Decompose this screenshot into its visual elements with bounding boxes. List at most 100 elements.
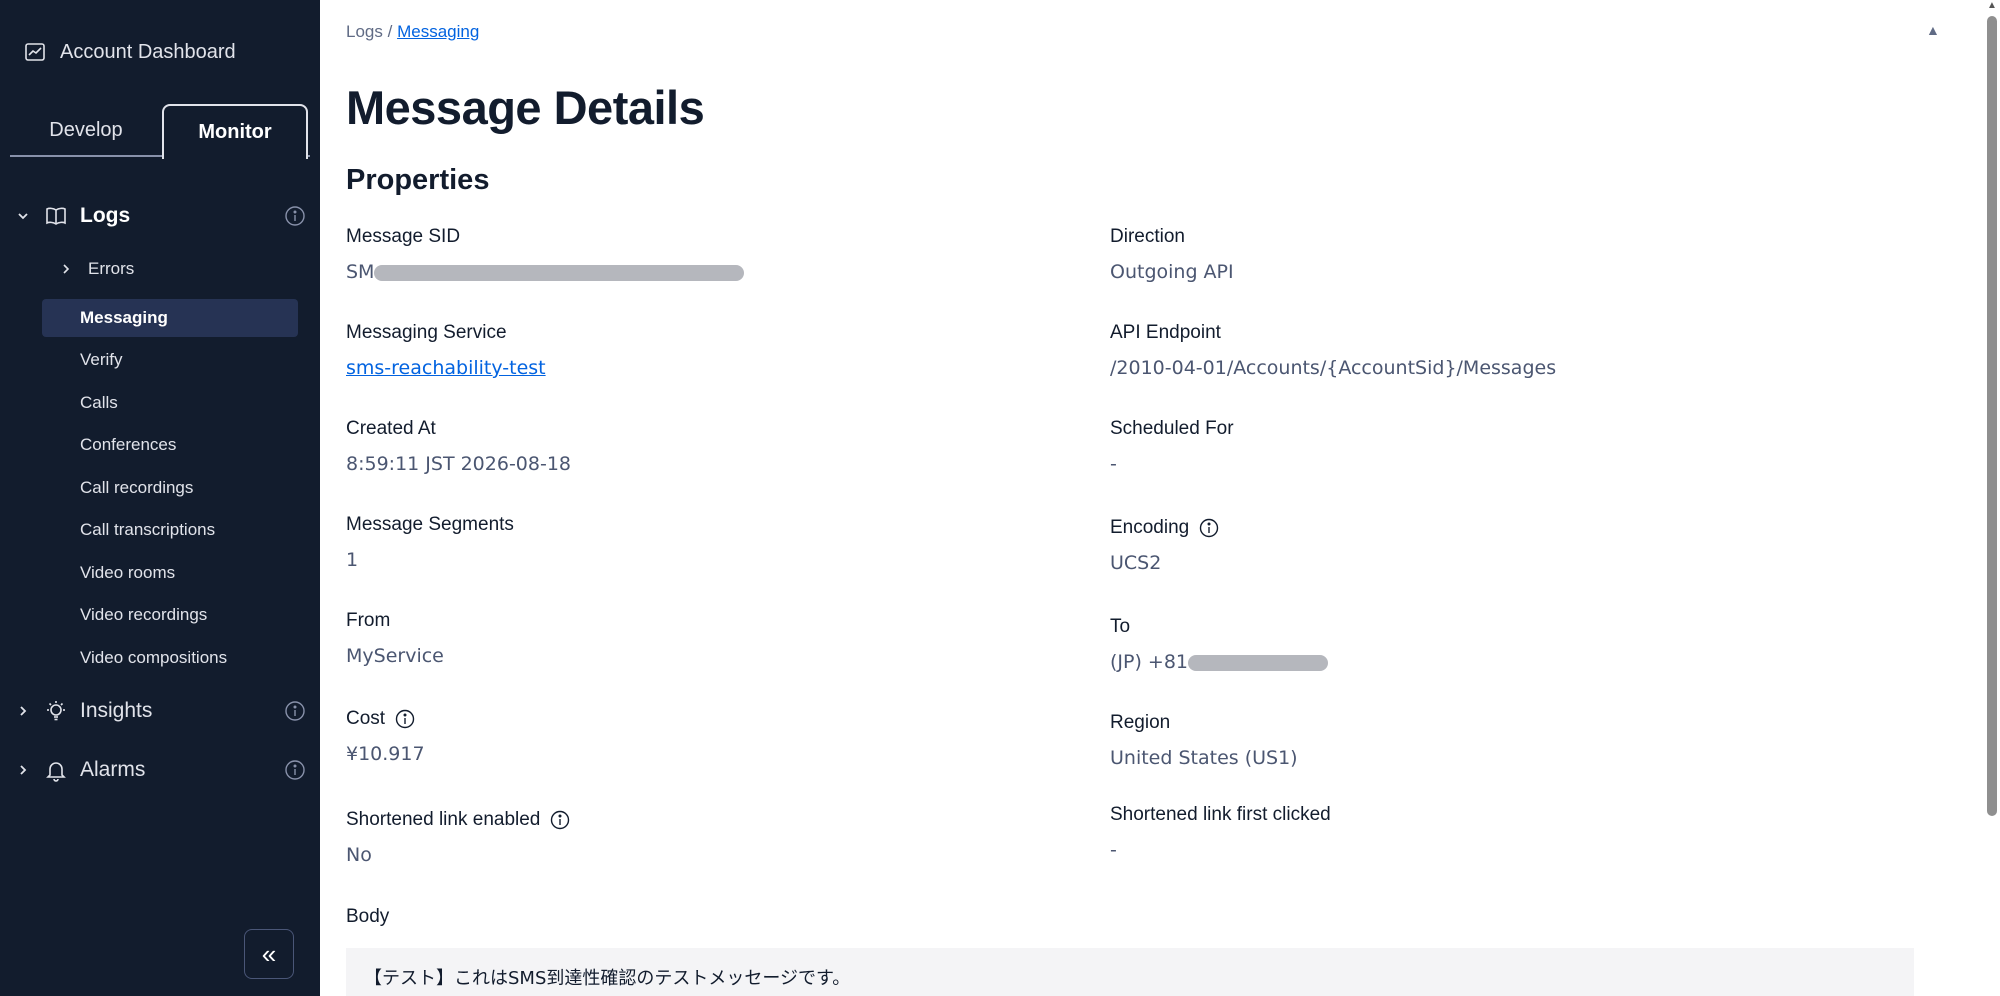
chevron-right-icon — [20, 706, 27, 716]
prop-message-sid: Message SID SM — [346, 226, 745, 283]
prop-label: Shortened link first clicked — [1110, 804, 1331, 825]
chevron-right-icon — [63, 264, 70, 274]
prop-label: API Endpoint — [1110, 322, 1221, 343]
breadcrumb: Logs / Messaging — [346, 22, 479, 42]
nav-group-insights-label: Insights — [80, 699, 153, 722]
breadcrumb-separator: / — [387, 22, 393, 41]
nav-item-video-rooms[interactable]: Video rooms — [42, 554, 298, 592]
page-title: Message Details — [346, 81, 705, 134]
sidebar-tabs: Develop Monitor — [10, 104, 310, 159]
prop-value: - — [1110, 453, 1117, 475]
nav-group-logs-label: Logs — [80, 204, 131, 227]
prop-value: sms-reachability-test — [346, 357, 546, 379]
prop-message-segments: Message Segments 1 — [346, 514, 514, 571]
prop-label: Message Segments — [346, 514, 514, 535]
nav-item-errors-label: Errors — [88, 259, 135, 278]
info-icon[interactable] — [550, 810, 570, 830]
info-icon[interactable] — [1199, 518, 1219, 538]
nav-item-conferences[interactable]: Conferences — [42, 426, 298, 464]
breadcrumb-logs[interactable]: Logs — [346, 22, 383, 41]
prop-value: (JP) +81 — [1110, 651, 1329, 673]
nav-item-call-transcriptions[interactable]: Call transcriptions — [42, 511, 298, 549]
prop-cost: Cost ¥10.917 — [346, 708, 425, 765]
nav-item-video-recordings[interactable]: Video recordings — [42, 596, 298, 634]
redacted-mask — [1188, 654, 1329, 671]
to-prefix: (JP) +81 — [1110, 651, 1189, 673]
prop-label: Cost — [346, 708, 425, 730]
info-icon[interactable] — [395, 709, 415, 729]
dashboard-icon — [25, 43, 45, 61]
prop-encoding: Encoding UCS2 — [1110, 517, 1219, 574]
collapse-sidebar-button[interactable]: « — [244, 929, 294, 979]
prop-label: Shortened link enabled — [346, 809, 570, 831]
nav-item-call-recordings[interactable]: Call recordings — [42, 469, 298, 507]
prop-value: ¥10.917 — [346, 743, 425, 765]
encoding-label: Encoding — [1110, 517, 1190, 538]
prop-label: To — [1110, 616, 1131, 637]
prop-messaging-service: Messaging Service sms-reachability-test — [346, 322, 546, 379]
prop-value: Outgoing API — [1110, 261, 1234, 283]
nav-item-calls[interactable]: Calls — [42, 384, 298, 422]
prop-value: UCS2 — [1110, 552, 1162, 574]
cost-label: Cost — [346, 708, 386, 729]
prop-from: From MyService — [346, 610, 444, 667]
message-sid-prefix: SM — [346, 261, 375, 283]
prop-label: From — [346, 610, 391, 631]
nav-group-alarms-label: Alarms — [80, 758, 146, 781]
nav-group-logs[interactable]: Logs — [0, 196, 320, 236]
main-content: Logs / Messaging Message Details Propert… — [320, 0, 2000, 996]
prop-shortened-link-first-clicked: Shortened link first clicked - — [1110, 804, 1331, 861]
bell-icon — [46, 762, 66, 782]
message-body: 【テスト】これはSMS到達性確認のテストメッセージです。 — [346, 948, 1914, 996]
prop-value: - — [1110, 839, 1117, 861]
book-icon — [46, 207, 66, 225]
prop-direction: Direction Outgoing API — [1110, 226, 1234, 283]
prop-to: To (JP) +81 — [1110, 616, 1329, 673]
prop-label: Created At — [346, 418, 436, 439]
nav-item-messaging[interactable]: Messaging — [42, 299, 298, 337]
messaging-service-link[interactable]: sms-reachability-test — [346, 357, 546, 379]
prop-label: Messaging Service — [346, 322, 507, 343]
account-dashboard-link[interactable]: Account Dashboard — [24, 38, 236, 66]
nav-item-video-compositions[interactable]: Video compositions — [42, 639, 298, 677]
info-icon[interactable] — [284, 700, 306, 722]
prop-shortened-link-enabled: Shortened link enabled No — [346, 809, 570, 866]
prop-value: 8:59:11 JST 2026-08-18 — [346, 453, 572, 475]
prop-created-at: Created At 8:59:11 JST 2026-08-18 — [346, 418, 571, 475]
scroll-top-icon[interactable]: ▲ — [1926, 22, 1940, 38]
prop-value: SM — [346, 261, 745, 283]
account-dashboard-label: Account Dashboard — [60, 40, 236, 63]
prop-label: Direction — [1110, 226, 1185, 247]
info-icon[interactable] — [284, 759, 306, 781]
tab-monitor[interactable]: Monitor — [162, 104, 308, 159]
tab-develop[interactable]: Develop — [10, 104, 162, 157]
chevron-down-icon — [18, 213, 28, 220]
prop-label: Scheduled For — [1110, 418, 1234, 439]
sidebar: Account Dashboard Develop Monitor Logs E… — [0, 0, 320, 996]
scroll-up-icon[interactable]: ▲ — [1987, 0, 1997, 12]
prop-api-endpoint: API Endpoint /2010-04-01/Accounts/{Accou… — [1110, 322, 1556, 379]
prop-label: Encoding — [1110, 517, 1219, 539]
prop-label: Region — [1110, 712, 1171, 733]
prop-scheduled-for: Scheduled For - — [1110, 418, 1234, 475]
prop-value: No — [346, 844, 372, 866]
nav-group-insights[interactable]: Insights — [0, 691, 320, 731]
lightbulb-icon — [47, 701, 65, 721]
nav-group-alarms[interactable]: Alarms — [0, 750, 320, 790]
shortened-link-enabled-label: Shortened link enabled — [346, 809, 541, 830]
prop-value: 1 — [346, 549, 359, 571]
info-icon[interactable] — [284, 205, 306, 227]
section-title: Properties — [346, 164, 490, 196]
redacted-mask — [374, 264, 745, 281]
nav-item-verify[interactable]: Verify — [42, 341, 298, 379]
prop-region: Region United States (US1) — [1110, 712, 1298, 769]
chevron-right-icon — [20, 765, 27, 775]
prop-value: United States (US1) — [1110, 747, 1298, 769]
prop-label: Message SID — [346, 226, 461, 247]
nav-item-errors[interactable]: Errors — [60, 251, 134, 287]
prop-value: /2010-04-01/Accounts/{AccountSid}/Messag… — [1110, 357, 1557, 379]
prop-value: MyService — [346, 645, 444, 667]
body-label: Body — [346, 906, 390, 927]
breadcrumb-messaging[interactable]: Messaging — [397, 22, 479, 41]
scrollbar-thumb[interactable] — [1987, 16, 1997, 816]
